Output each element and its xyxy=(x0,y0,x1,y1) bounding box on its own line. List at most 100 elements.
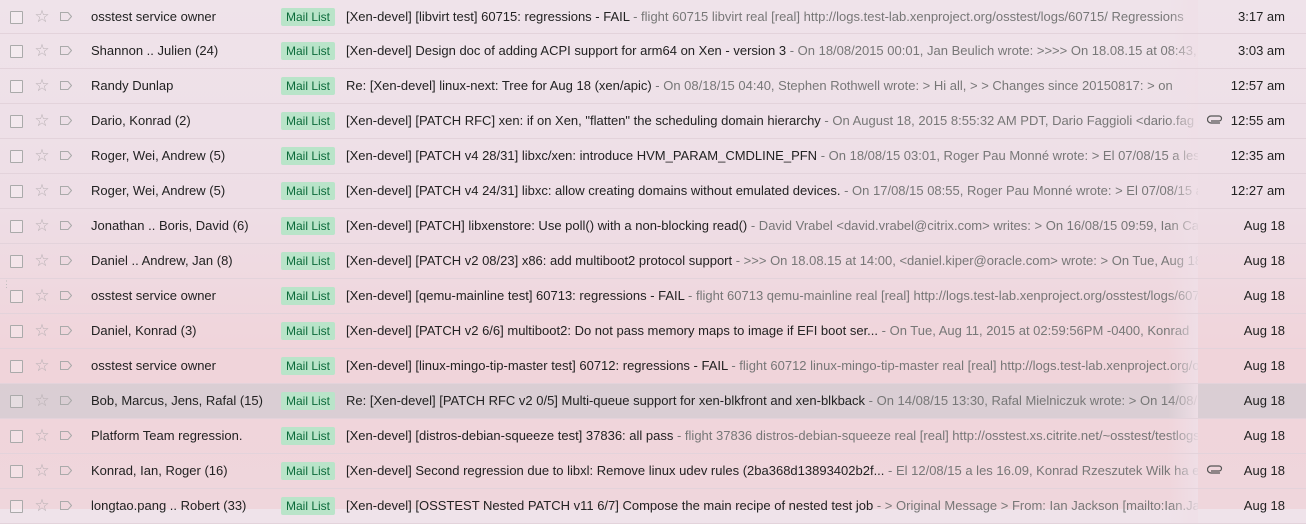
message-row[interactable]: ☆ osstest service owner Mail List [Xen-d… xyxy=(0,349,1306,384)
message-row[interactable]: ☆ Dario, Konrad (2) Mail List [Xen-devel… xyxy=(0,104,1306,139)
label-mail-list[interactable]: Mail List xyxy=(281,427,336,445)
subject-line[interactable]: [Xen-devel] Design doc of adding ACPI su… xyxy=(346,34,1198,68)
star-icon[interactable]: ☆ xyxy=(33,174,51,208)
label-mail-list[interactable]: Mail List xyxy=(281,42,336,60)
star-icon[interactable]: ☆ xyxy=(33,34,51,68)
star-icon[interactable]: ☆ xyxy=(33,419,51,453)
row-checkbox[interactable] xyxy=(10,325,23,338)
row-checkbox[interactable] xyxy=(10,395,23,408)
star-icon[interactable]: ☆ xyxy=(33,209,51,243)
paperclip-icon xyxy=(1206,454,1224,488)
snippet-text: - >>> On 18.08.15 at 14:00, <daniel.kipe… xyxy=(732,253,1198,268)
label-mail-list[interactable]: Mail List xyxy=(281,392,336,410)
label-mail-list[interactable]: Mail List xyxy=(281,357,336,375)
row-checkbox[interactable] xyxy=(10,290,23,303)
subject-line[interactable]: [Xen-devel] [PATCH v4 28/31] libxc/xen: … xyxy=(346,139,1198,173)
subject-line[interactable]: [Xen-devel] [PATCH v2 6/6] multiboot2: D… xyxy=(346,314,1198,348)
message-row[interactable]: ☆ Daniel, Konrad (3) Mail List [Xen-deve… xyxy=(0,314,1306,349)
sender-name: osstest service owner xyxy=(91,358,216,373)
importance-marker-icon[interactable] xyxy=(60,116,72,125)
label-mail-list[interactable]: Mail List xyxy=(281,497,336,515)
subject-line[interactable]: Re: [Xen-devel] [PATCH RFC v2 0/5] Multi… xyxy=(346,384,1198,418)
importance-marker-icon[interactable] xyxy=(60,81,72,90)
drag-handle-icon[interactable]: ⋮ xyxy=(2,280,11,289)
star-icon[interactable]: ☆ xyxy=(33,104,51,138)
sender-name: Roger, Wei, Andrew (5) xyxy=(91,148,226,163)
sender-name: Konrad, Ian, Roger (16) xyxy=(91,463,228,478)
message-row[interactable]: ☆ Jonathan .. Boris, David (6) Mail List… xyxy=(0,209,1306,244)
label-mail-list[interactable]: Mail List xyxy=(281,322,336,340)
subject-line[interactable]: [Xen-devel] [OSSTEST Nested PATCH v11 6/… xyxy=(346,489,1198,523)
subject-line[interactable]: [Xen-devel] [PATCH RFC] xen: if on Xen, … xyxy=(346,104,1198,138)
message-row[interactable]: ☆ Konrad, Ian, Roger (16) Mail List [Xen… xyxy=(0,454,1306,489)
label-mail-list[interactable]: Mail List xyxy=(281,217,336,235)
importance-marker-icon[interactable] xyxy=(60,396,72,405)
message-row[interactable]: ☆ Roger, Wei, Andrew (5) Mail List [Xen-… xyxy=(0,139,1306,174)
message-date: 12:35 am xyxy=(1230,148,1285,163)
row-checkbox[interactable] xyxy=(10,220,23,233)
paperclip-icon xyxy=(1206,104,1224,138)
row-checkbox[interactable] xyxy=(10,80,23,93)
subject-line[interactable]: [Xen-devel] [PATCH v4 24/31] libxc: allo… xyxy=(346,174,1198,208)
importance-marker-icon[interactable] xyxy=(60,151,72,160)
row-checkbox[interactable] xyxy=(10,360,23,373)
star-icon[interactable]: ☆ xyxy=(33,384,51,418)
importance-marker-icon[interactable] xyxy=(60,466,72,475)
row-checkbox[interactable] xyxy=(10,115,23,128)
label-mail-list[interactable]: Mail List xyxy=(281,77,336,95)
importance-marker-icon[interactable] xyxy=(60,431,72,440)
importance-marker-icon[interactable] xyxy=(60,291,72,300)
subject-line[interactable]: [Xen-devel] [qemu-mainline test] 60713: … xyxy=(346,279,1198,313)
star-icon[interactable]: ☆ xyxy=(33,314,51,348)
row-checkbox[interactable] xyxy=(10,10,23,24)
sender-name: Randy Dunlap xyxy=(91,78,174,93)
row-checkbox[interactable] xyxy=(10,45,23,58)
subject-line[interactable]: Re: [Xen-devel] linux-next: Tree for Aug… xyxy=(346,69,1198,103)
star-icon[interactable]: ☆ xyxy=(33,244,51,278)
subject-line[interactable]: [Xen-devel] [PATCH] libxenstore: Use pol… xyxy=(346,209,1198,243)
importance-marker-icon[interactable] xyxy=(60,326,72,335)
subject-line[interactable]: [Xen-devel] [libvirt test] 60715: regres… xyxy=(346,0,1198,33)
row-checkbox[interactable] xyxy=(10,185,23,198)
importance-marker-icon[interactable] xyxy=(60,221,72,230)
label-mail-list[interactable]: Mail List xyxy=(281,462,336,480)
row-checkbox[interactable] xyxy=(10,430,23,443)
importance-marker-icon[interactable] xyxy=(60,361,72,370)
importance-marker-icon[interactable] xyxy=(60,11,72,21)
message-row[interactable]: ☆ Bob, Marcus, Jens, Rafal (15) Mail Lis… xyxy=(0,384,1306,419)
star-icon[interactable]: ☆ xyxy=(33,279,51,313)
message-date: 12:57 am xyxy=(1230,78,1285,93)
importance-marker-icon[interactable] xyxy=(60,186,72,195)
message-row[interactable]: ☆ Daniel .. Andrew, Jan (8) Mail List [X… xyxy=(0,244,1306,279)
label-mail-list[interactable]: Mail List xyxy=(281,182,336,200)
label-mail-list[interactable]: Mail List xyxy=(281,112,336,130)
subject-line[interactable]: [Xen-devel] [linux-mingo-tip-master test… xyxy=(346,349,1198,383)
label-mail-list[interactable]: Mail List xyxy=(281,7,336,26)
label-mail-list[interactable]: Mail List xyxy=(281,287,336,305)
message-row[interactable]: ☆ Platform Team regression. Mail List [X… xyxy=(0,419,1306,454)
label-mail-list[interactable]: Mail List xyxy=(281,147,336,165)
subject-line[interactable]: [Xen-devel] Second regression due to lib… xyxy=(346,454,1198,488)
importance-marker-icon[interactable] xyxy=(60,256,72,265)
message-row[interactable]: ☆ Shannon .. Julien (24) Mail List [Xen-… xyxy=(0,34,1306,69)
star-icon[interactable]: ☆ xyxy=(33,69,51,103)
importance-marker-icon[interactable] xyxy=(60,46,72,55)
label-mail-list[interactable]: Mail List xyxy=(281,252,336,270)
subject-line[interactable]: [Xen-devel] [PATCH v2 08/23] x86: add mu… xyxy=(346,244,1198,278)
message-row[interactable]: ☆ longtao.pang .. Robert (33) Mail List … xyxy=(0,489,1306,524)
message-row[interactable]: ☆ Roger, Wei, Andrew (5) Mail List [Xen-… xyxy=(0,174,1306,209)
star-icon[interactable]: ☆ xyxy=(33,349,51,383)
row-checkbox[interactable] xyxy=(10,500,23,513)
message-row[interactable]: ☆ Randy Dunlap Mail List Re: [Xen-devel]… xyxy=(0,69,1306,104)
row-checkbox[interactable] xyxy=(10,150,23,163)
star-icon[interactable]: ☆ xyxy=(33,489,51,523)
message-row[interactable]: ☆ osstest service owner Mail List [Xen-d… xyxy=(0,0,1306,34)
subject-line[interactable]: [Xen-devel] [distros-debian-squeeze test… xyxy=(346,419,1198,453)
star-icon[interactable]: ☆ xyxy=(33,454,51,488)
star-icon[interactable]: ☆ xyxy=(33,0,51,33)
sender-name: Jonathan .. Boris, David (6) xyxy=(91,218,249,233)
star-icon[interactable]: ☆ xyxy=(33,139,51,173)
row-checkbox[interactable] xyxy=(10,465,23,478)
row-checkbox[interactable] xyxy=(10,255,23,268)
message-row[interactable]: ☆ osstest service owner Mail List [Xen-d… xyxy=(0,279,1306,314)
